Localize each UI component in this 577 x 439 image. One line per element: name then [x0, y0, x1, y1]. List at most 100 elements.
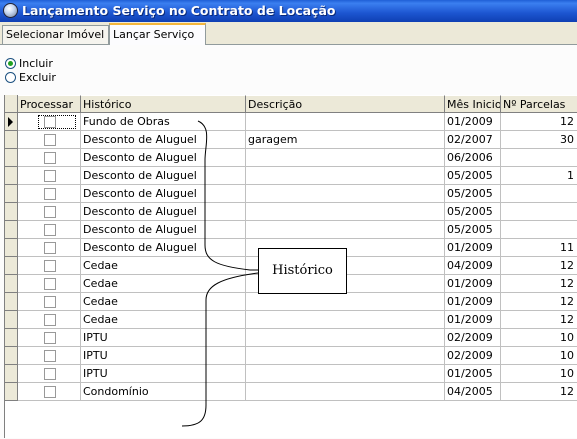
cell-mes-inicio[interactable]: 01/2009 — [445, 275, 501, 293]
tab-selecionar-imovel[interactable]: Selecionar Imóvel — [2, 25, 109, 44]
processar-checkbox[interactable] — [44, 206, 56, 218]
cell-num-parcelas[interactable]: 30 — [501, 131, 577, 149]
processar-checkbox[interactable] — [44, 278, 56, 290]
row-selector[interactable] — [5, 167, 18, 185]
column-header-historico[interactable]: Histórico — [81, 95, 246, 113]
cell-descricao[interactable] — [246, 293, 445, 311]
cell-num-parcelas[interactable]: 10 — [501, 347, 577, 365]
cell-num-parcelas[interactable]: 12 — [501, 257, 577, 275]
cell-mes-inicio[interactable]: 05/2005 — [445, 221, 501, 239]
cell-num-parcelas[interactable] — [501, 221, 577, 239]
processar-checkbox[interactable] — [44, 188, 56, 200]
cell-historico[interactable]: Desconto de Aluguel — [81, 221, 246, 239]
tab-lancar-servico[interactable]: Lançar Serviço — [109, 23, 206, 45]
cell-num-parcelas[interactable]: 10 — [501, 365, 577, 383]
cell-historico[interactable]: Desconto de Aluguel — [81, 167, 246, 185]
processar-checkbox[interactable] — [44, 350, 56, 362]
cell-historico[interactable]: Desconto de Aluguel — [81, 203, 246, 221]
row-selector[interactable] — [5, 347, 18, 365]
cell-historico[interactable]: Cedae — [81, 311, 246, 329]
row-selector[interactable] — [5, 113, 18, 131]
cell-processar[interactable] — [18, 239, 81, 257]
radio-incluir[interactable]: Incluir — [5, 56, 53, 70]
cell-num-parcelas[interactable]: 12 — [501, 311, 577, 329]
processar-checkbox[interactable] — [44, 260, 56, 272]
row-selector[interactable] — [5, 293, 18, 311]
row-selector[interactable] — [5, 131, 18, 149]
cell-historico[interactable]: Condomínio — [81, 383, 246, 401]
cell-num-parcelas[interactable]: 10 — [501, 329, 577, 347]
processar-checkbox[interactable] — [44, 134, 56, 146]
cell-num-parcelas[interactable]: 1 — [501, 167, 577, 185]
cell-processar[interactable] — [18, 221, 81, 239]
cell-mes-inicio[interactable]: 02/2007 — [445, 131, 501, 149]
cell-descricao[interactable] — [246, 329, 445, 347]
processar-checkbox[interactable] — [44, 332, 56, 344]
cell-mes-inicio[interactable]: 04/2009 — [445, 257, 501, 275]
cell-mes-inicio[interactable]: 04/2005 — [445, 383, 501, 401]
row-selector[interactable] — [5, 185, 18, 203]
cell-processar[interactable] — [18, 113, 81, 131]
row-selector[interactable] — [5, 365, 18, 383]
row-selector[interactable] — [5, 149, 18, 167]
cell-mes-inicio[interactable]: 01/2009 — [445, 311, 501, 329]
row-selector[interactable] — [5, 221, 18, 239]
cell-num-parcelas[interactable]: 12 — [501, 113, 577, 131]
cell-historico[interactable]: Fundo de Obras — [81, 113, 246, 131]
cell-historico[interactable]: Desconto de Aluguel — [81, 131, 246, 149]
cell-historico[interactable]: Cedae — [81, 293, 246, 311]
cell-descricao[interactable] — [246, 311, 445, 329]
processar-checkbox[interactable] — [44, 368, 56, 380]
cell-processar[interactable] — [18, 131, 81, 149]
cell-descricao[interactable]: garagem — [246, 131, 445, 149]
cell-processar[interactable] — [18, 167, 81, 185]
column-header-num-parcelas[interactable]: Nº Parcelas — [501, 95, 577, 113]
cell-processar[interactable] — [18, 257, 81, 275]
cell-descricao[interactable] — [246, 203, 445, 221]
cell-descricao[interactable] — [246, 365, 445, 383]
cell-num-parcelas[interactable]: 12 — [501, 383, 577, 401]
cell-processar[interactable] — [18, 347, 81, 365]
column-header-mes-inicio[interactable]: Mês Inicio — [445, 95, 501, 113]
processar-checkbox[interactable] — [44, 170, 56, 182]
cell-historico[interactable]: IPTU — [81, 365, 246, 383]
cell-processar[interactable] — [18, 185, 81, 203]
row-selector[interactable] — [5, 311, 18, 329]
row-selector[interactable] — [5, 329, 18, 347]
cell-processar[interactable] — [18, 311, 81, 329]
row-selector[interactable] — [5, 239, 18, 257]
cell-mes-inicio[interactable]: 05/2005 — [445, 167, 501, 185]
cell-processar[interactable] — [18, 329, 81, 347]
cell-processar[interactable] — [18, 149, 81, 167]
cell-processar[interactable] — [18, 275, 81, 293]
processar-checkbox[interactable] — [44, 296, 56, 308]
cell-historico[interactable]: Desconto de Aluguel — [81, 239, 246, 257]
processar-checkbox[interactable] — [44, 386, 56, 398]
cell-num-parcelas[interactable]: 12 — [501, 275, 577, 293]
cell-num-parcelas[interactable] — [501, 203, 577, 221]
cell-mes-inicio[interactable]: 01/2009 — [445, 113, 501, 131]
cell-processar[interactable] — [18, 203, 81, 221]
cell-historico[interactable]: Cedae — [81, 257, 246, 275]
cell-num-parcelas[interactable]: 11 — [501, 239, 577, 257]
cell-processar[interactable] — [18, 293, 81, 311]
cell-mes-inicio[interactable]: 05/2005 — [445, 203, 501, 221]
cell-mes-inicio[interactable]: 01/2009 — [445, 293, 501, 311]
column-header-processar[interactable]: Processar — [18, 95, 81, 113]
processar-checkbox[interactable] — [44, 314, 56, 326]
column-header-descricao[interactable]: Descrição — [246, 95, 445, 113]
cell-descricao[interactable] — [246, 149, 445, 167]
row-selector[interactable] — [5, 257, 18, 275]
cell-num-parcelas[interactable] — [501, 185, 577, 203]
cell-descricao[interactable] — [246, 113, 445, 131]
row-selector[interactable] — [5, 383, 18, 401]
cell-mes-inicio[interactable]: 01/2009 — [445, 239, 501, 257]
cell-mes-inicio[interactable]: 05/2005 — [445, 185, 501, 203]
cell-historico[interactable]: IPTU — [81, 329, 246, 347]
cell-processar[interactable] — [18, 383, 81, 401]
row-selector[interactable] — [5, 275, 18, 293]
cell-num-parcelas[interactable]: 12 — [501, 293, 577, 311]
cell-mes-inicio[interactable]: 06/2006 — [445, 149, 501, 167]
cell-mes-inicio[interactable]: 02/2009 — [445, 329, 501, 347]
processar-checkbox[interactable] — [44, 224, 56, 236]
